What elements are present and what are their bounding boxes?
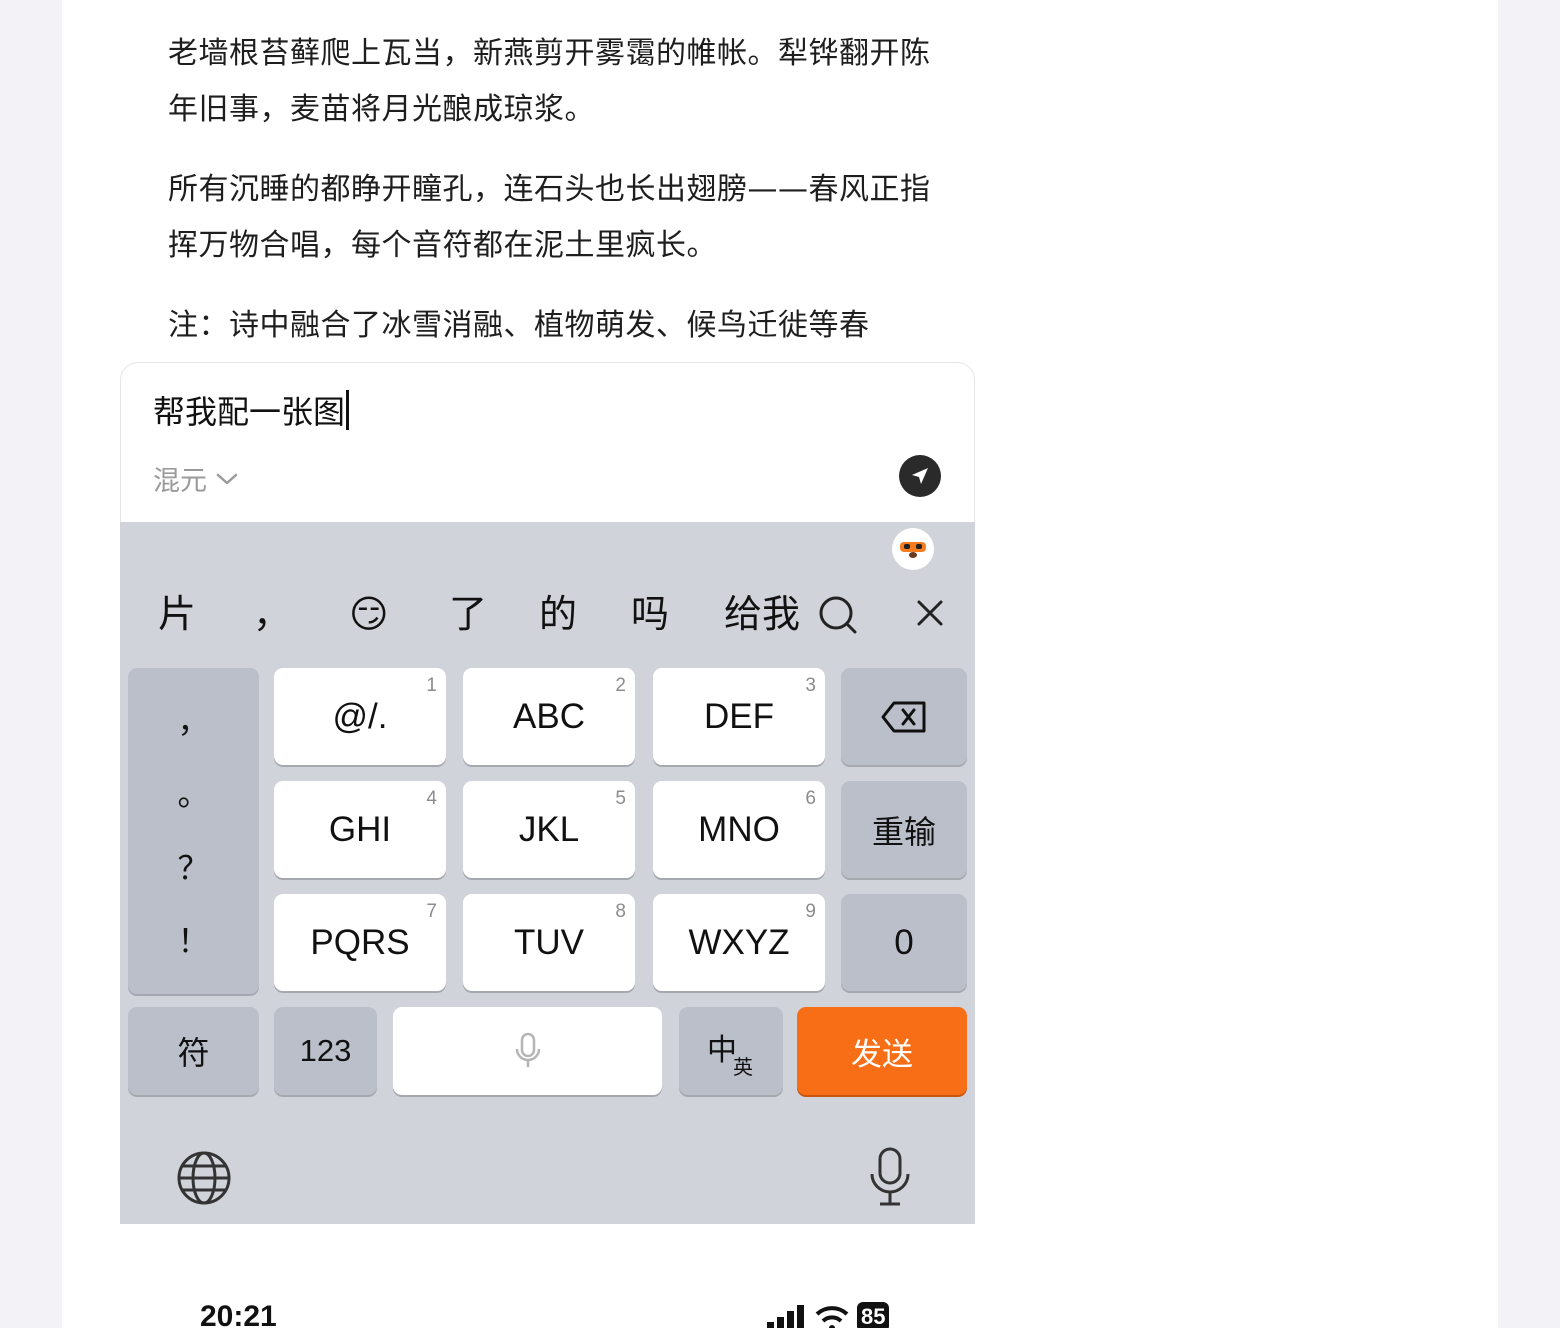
punct-question[interactable]: ？ (177, 848, 209, 888)
poem-note: 注：诗中融合了冰雪消融、植物萌发、候鸟迁徙等春 (168, 308, 870, 343)
wifi-icon (815, 1306, 849, 1328)
key-5[interactable]: 5 JKL (463, 781, 635, 878)
mascot-icon[interactable] (892, 528, 934, 570)
poem-paragraph-1: 老墙根苔藓爬上瓦当，新燕剪开雾霭的帷帐。犁铧翻开陈年旧事，麦苗将月光酿成琼浆。 (168, 36, 931, 127)
chat-input-field[interactable]: 帮我配一张图 (153, 387, 350, 433)
status-time: 20:21 (200, 1300, 277, 1328)
signal-icon (767, 1305, 804, 1328)
poem-text: 老墙根苔藓爬上瓦当，新燕剪开雾霭的帷帐。犁铧翻开陈年旧事，麦苗将月光酿成琼浆。 … (168, 26, 938, 354)
candidate-item[interactable]: 吗 (631, 584, 669, 644)
candidate-item[interactable]: 片 (158, 584, 196, 644)
punct-comma[interactable]: ， (177, 701, 209, 741)
poem-paragraph-2: 所有沉睡的都睁开瞳孔，连石头也长出翅膀——春风正指挥万物合唱，每个音符都在泥土里… (168, 172, 931, 263)
status-indicators: 85 (765, 1302, 890, 1328)
backspace-icon (881, 701, 926, 732)
battery-indicator: 85 (857, 1302, 890, 1328)
keyboard: 片 ， 😏 了 的 吗 给我 ， 。 ？ ！ 1 @/. 2 ABC 3 DEF 4G… (120, 522, 975, 1224)
key-4[interactable]: 4 GHI (274, 781, 446, 878)
candidate-item[interactable]: 给我 (724, 584, 800, 644)
key-1[interactable]: 1 @/. (274, 668, 446, 765)
backspace-key[interactable] (841, 668, 967, 765)
key-2[interactable]: 2 ABC (463, 668, 635, 765)
paper-plane-icon (912, 468, 928, 484)
close-icon[interactable] (915, 598, 945, 628)
microphone-icon (515, 1032, 540, 1067)
space-key[interactable] (393, 1007, 662, 1095)
punct-period[interactable]: 。 (177, 774, 209, 814)
chat-input-value: 帮我配一张图 (153, 393, 346, 431)
dictation-microphone-icon[interactable] (868, 1146, 912, 1208)
globe-icon[interactable] (176, 1150, 232, 1206)
candidate-item[interactable]: 了 (449, 584, 487, 644)
symbol-key[interactable]: 符 (128, 1007, 259, 1095)
key-3[interactable]: 3 DEF (653, 668, 825, 765)
key-6[interactable]: 6 MNO (653, 781, 825, 878)
candidate-bar: 片 ， 😏 了 的 吗 给我 (120, 584, 975, 644)
candidate-item[interactable]: 😏 (349, 584, 389, 644)
send-icon-button[interactable] (899, 455, 941, 497)
key-0[interactable]: 0 (841, 894, 967, 991)
reinput-key[interactable]: 重输 (841, 781, 967, 878)
model-label: 混元 (153, 466, 207, 497)
candidate-item[interactable]: ， (253, 584, 291, 644)
text-caret (346, 390, 350, 430)
chevron-down-icon (216, 473, 238, 484)
search-icon[interactable] (817, 594, 859, 636)
chat-input-card[interactable]: 帮我配一张图 混元 (120, 362, 975, 527)
input-area: 帮我配一张图 混元 片 ， 😏 了 的 吗 给我 ， 。 ？ ！ 1 @/. 2… (120, 362, 975, 1224)
punct-exclaim[interactable]: ！ (177, 921, 209, 961)
model-selector[interactable]: 混元 (153, 459, 239, 498)
numbers-key[interactable]: 123 (274, 1007, 377, 1095)
send-key[interactable]: 发送 (797, 1007, 967, 1095)
key-8[interactable]: 8 TUV (463, 894, 635, 991)
key-9[interactable]: 9 WXYZ (653, 894, 825, 991)
candidate-item[interactable]: 的 (539, 584, 577, 644)
key-7[interactable]: 7 PQRS (274, 894, 446, 991)
punctuation-key[interactable]: ， 。 ？ ！ (128, 668, 259, 994)
language-switch-key[interactable]: 中 英 (679, 1007, 783, 1095)
